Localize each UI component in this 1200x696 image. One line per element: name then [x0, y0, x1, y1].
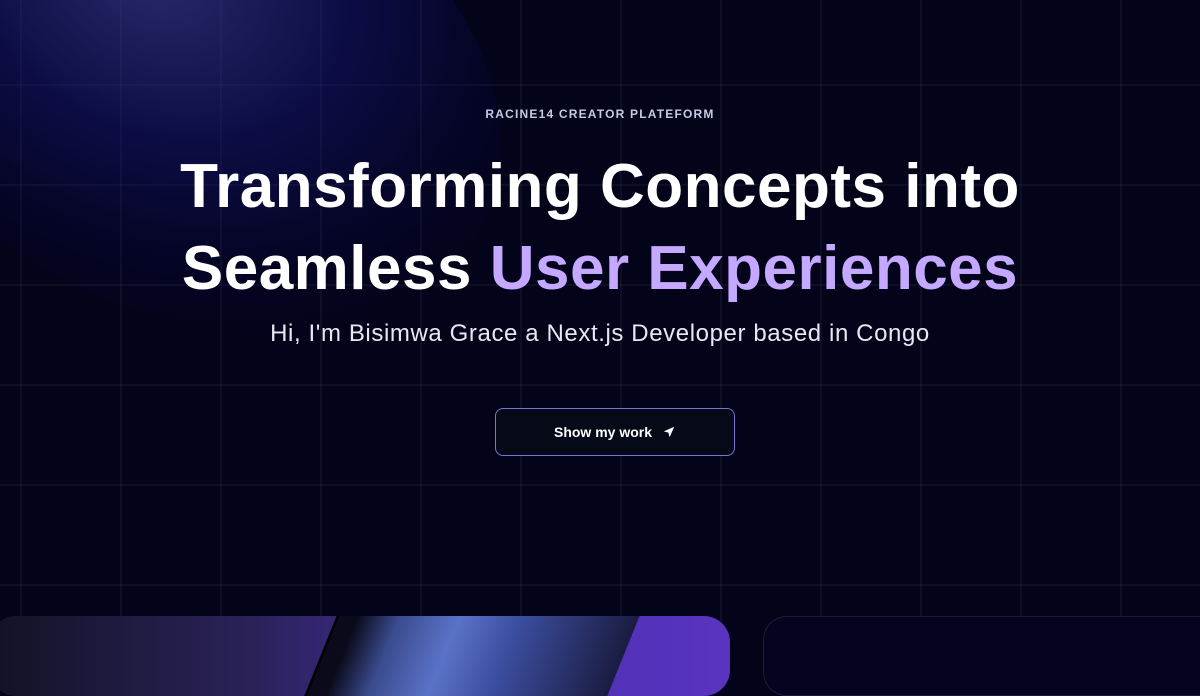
- headline-accent-text: User Experiences: [489, 234, 1019, 303]
- headline-line-1: Transforming Concepts into: [180, 152, 1020, 221]
- show-my-work-button[interactable]: Show my work: [495, 408, 735, 456]
- navigation-arrow-icon: [662, 425, 676, 439]
- show-my-work-label: Show my work: [553, 424, 653, 440]
- hero-eyebrow: RACINE14 CREATOR PLATEFORM: [485, 107, 715, 121]
- project-card[interactable]: [763, 616, 1200, 696]
- hero-subtitle: Hi, I'm Bisimwa Grace a Next.js Develope…: [270, 320, 930, 347]
- project-card-laptop[interactable]: [0, 616, 730, 696]
- hero-headline: Transforming Concepts into Seamless User…: [0, 146, 1200, 310]
- headline-line-2-plain: Seamless: [181, 234, 490, 303]
- laptop-image: [301, 616, 642, 696]
